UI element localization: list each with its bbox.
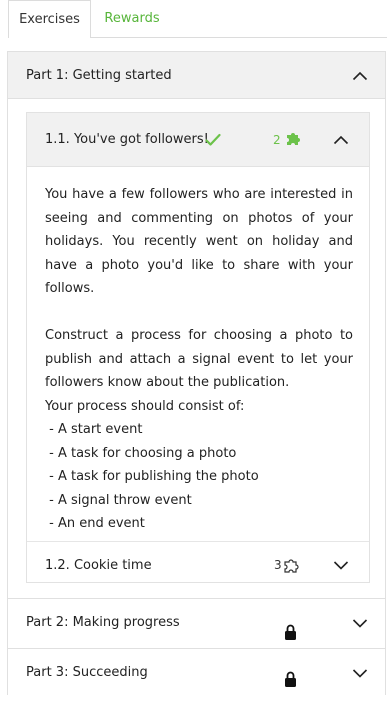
exercise-1-1-title: 1.1. You've got followers! bbox=[45, 132, 209, 147]
chevron-up-icon[interactable] bbox=[352, 71, 370, 83]
requirement-item: - A signal throw event bbox=[45, 492, 192, 508]
exercise-1-1-points: 2 bbox=[273, 133, 281, 147]
description-paragraph-1: You have a few followers who are interes… bbox=[45, 187, 353, 296]
exercise-1-1-description: You have a few followers who are interes… bbox=[45, 183, 353, 536]
requirement-item: - A task for publishing the photo bbox=[45, 469, 259, 484]
check-icon bbox=[205, 132, 221, 146]
part-3-title: Part 3: Succeeding bbox=[26, 665, 148, 680]
chevron-down-icon[interactable] bbox=[352, 618, 370, 630]
exercise-1-2-title: 1.2. Cookie time bbox=[45, 558, 152, 573]
exercise-1-2-header[interactable]: 1.2. Cookie time 3 bbox=[27, 541, 369, 583]
parts-accordion: Part 1: Getting started 1.1. You've got … bbox=[7, 51, 386, 695]
exercise-1-1-header[interactable]: 1.1. You've got followers! 2 bbox=[27, 113, 369, 167]
tab-bar: Exercises Rewards bbox=[8, 0, 387, 38]
chevron-down-icon[interactable] bbox=[333, 560, 351, 572]
part-2-header[interactable]: Part 2: Making progress bbox=[8, 598, 385, 645]
exercise-list: 1.1. You've got followers! 2 You have a … bbox=[26, 112, 370, 583]
description-paragraph-2: Construct a process for choosing a photo… bbox=[45, 328, 353, 390]
exercise-1-2-points: 3 bbox=[274, 558, 282, 572]
chevron-down-icon[interactable] bbox=[352, 668, 370, 680]
requirements-intro: Your process should consist of: bbox=[45, 398, 245, 414]
puzzle-piece-outline-icon bbox=[283, 557, 301, 575]
tab-exercises[interactable]: Exercises bbox=[8, 0, 91, 38]
lock-icon bbox=[284, 614, 297, 640]
requirement-item: - A start event bbox=[45, 422, 143, 437]
part-1-title: Part 1: Getting started bbox=[26, 68, 172, 83]
lock-icon bbox=[284, 661, 297, 687]
tab-rewards[interactable]: Rewards bbox=[91, 0, 173, 37]
part-2-title: Part 2: Making progress bbox=[26, 615, 180, 630]
part-1-header[interactable]: Part 1: Getting started bbox=[8, 52, 385, 99]
requirement-item: - An end event bbox=[45, 516, 145, 531]
puzzle-piece-filled-icon bbox=[285, 130, 303, 148]
part-3-header[interactable]: Part 3: Succeeding bbox=[8, 648, 385, 695]
requirement-item: - A task for choosing a photo bbox=[45, 445, 237, 461]
chevron-up-icon[interactable] bbox=[333, 135, 351, 147]
